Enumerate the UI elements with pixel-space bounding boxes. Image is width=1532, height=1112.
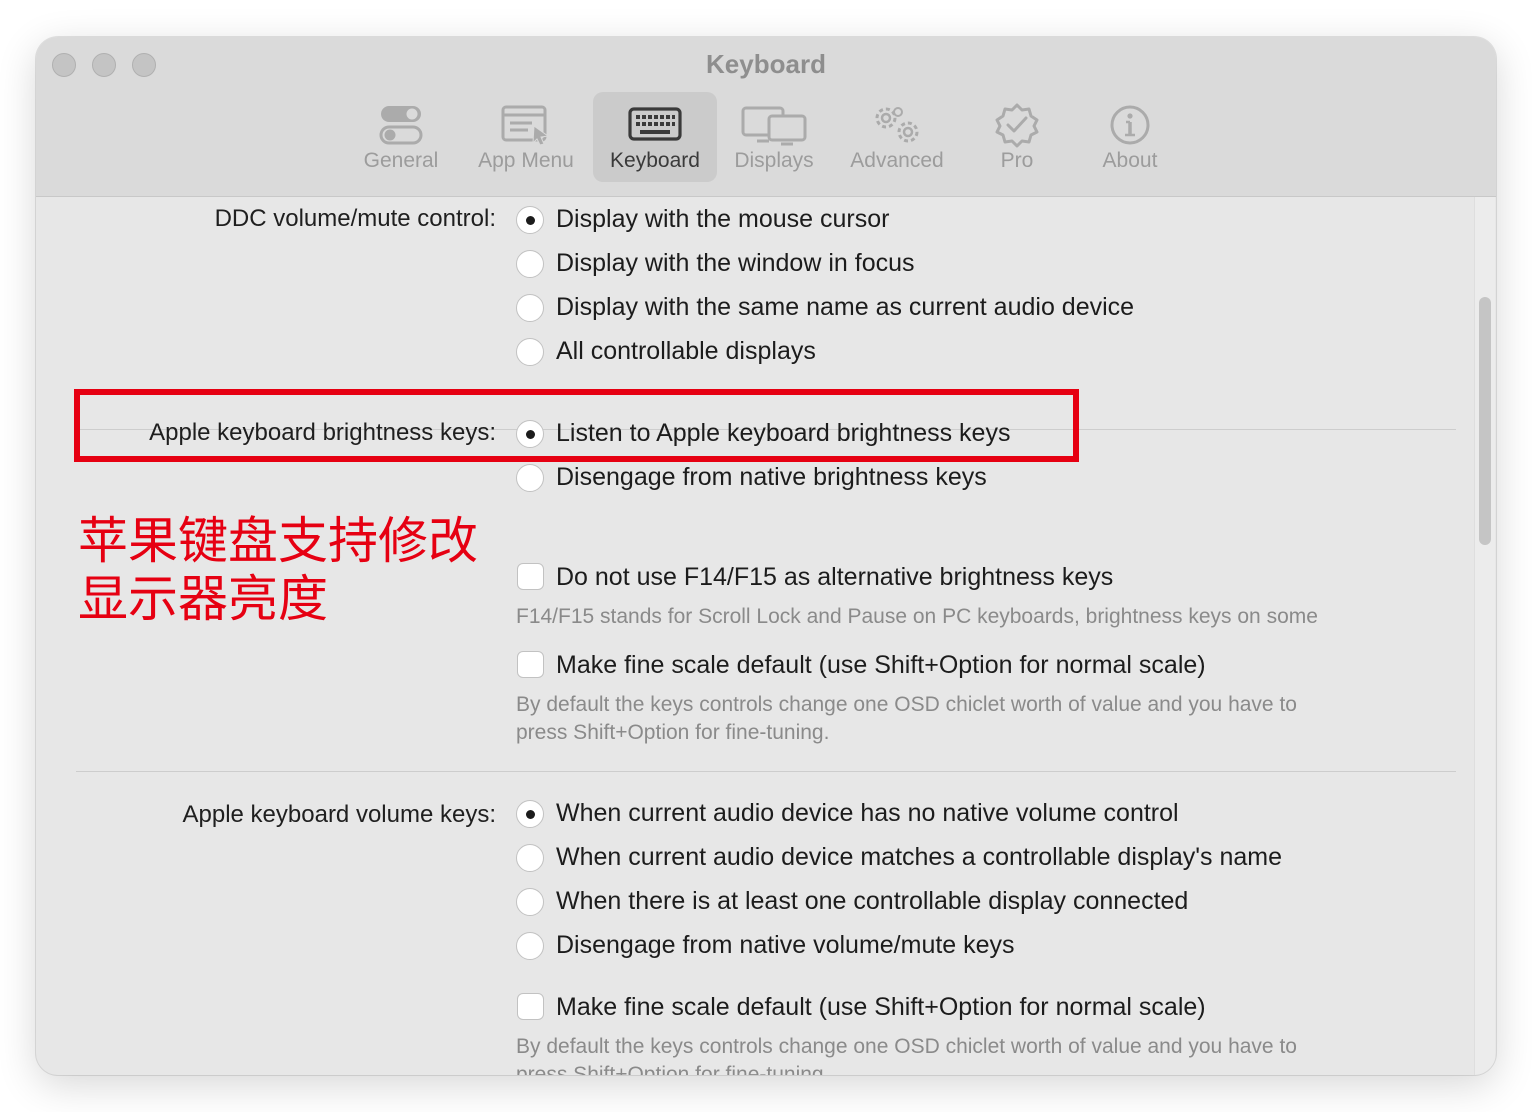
toolbar: Keyboard General App Menu Keyboard Displ…	[36, 37, 1496, 197]
ddc-option-all-displays-label[interactable]: All controllable displays	[556, 337, 816, 366]
preferences-window: Keyboard General App Menu Keyboard Displ…	[36, 37, 1496, 1075]
tab-advanced[interactable]: Advanced	[841, 92, 953, 182]
tab-displays[interactable]: Displays	[724, 92, 824, 182]
tab-about[interactable]: About	[1086, 92, 1174, 182]
tab-advanced-label: Advanced	[850, 149, 944, 172]
volume-matches-display-radio[interactable]	[516, 844, 544, 872]
tab-keyboard[interactable]: Keyboard	[593, 92, 717, 182]
info-icon	[1086, 102, 1174, 148]
tab-displays-label: Displays	[734, 149, 814, 172]
gears-icon	[841, 102, 953, 148]
ddc-option-audio-device-radio[interactable]	[516, 294, 544, 322]
ddc-option-audio-device-label[interactable]: Display with the same name as current au…	[556, 293, 1134, 322]
brightness-fine-scale-help-line2: press Shift+Option for fine-tuning.	[516, 721, 830, 744]
f14-f15-help-text: F14/F15 stands for Scroll Lock and Pause…	[516, 605, 1318, 628]
tab-general[interactable]: General	[351, 92, 451, 182]
volume-one-display-radio[interactable]	[516, 888, 544, 916]
window-title: Keyboard	[706, 49, 826, 79]
annotation-highlight-box	[74, 389, 1079, 462]
volume-disengage-radio[interactable]	[516, 932, 544, 960]
volume-no-native-radio[interactable]	[516, 800, 544, 828]
toggle-switches-icon	[351, 102, 451, 148]
verified-badge-icon	[973, 102, 1061, 148]
tab-keyboard-label: Keyboard	[610, 149, 700, 172]
ddc-option-mouse-cursor-label[interactable]: Display with the mouse cursor	[556, 205, 889, 234]
annotation-line-1: 苹果键盘支持修改	[78, 513, 478, 569]
volume-no-native-label[interactable]: When current audio device has no native …	[556, 799, 1179, 828]
volume-matches-display-label[interactable]: When current audio device matches a cont…	[556, 843, 1282, 872]
volume-fine-scale-help-line1: By default the keys controls change one …	[516, 1035, 1297, 1058]
displays-icon	[724, 102, 824, 148]
ddc-control-label: DDC volume/mute control:	[214, 205, 496, 232]
no-f14-f15-label[interactable]: Do not use F14/F15 as alternative bright…	[556, 563, 1113, 592]
volume-fine-scale-checkbox[interactable]	[517, 993, 544, 1020]
volume-fine-scale-label[interactable]: Make fine scale default (use Shift+Optio…	[556, 993, 1206, 1022]
app-menu-icon	[466, 102, 586, 148]
brightness-disengage-label[interactable]: Disengage from native brightness keys	[556, 463, 987, 492]
brightness-disengage-radio[interactable]	[516, 464, 544, 492]
volume-one-display-label[interactable]: When there is at least one controllable …	[556, 887, 1188, 916]
annotation-line-2: 显示器亮度	[78, 571, 328, 627]
volume-disengage-label[interactable]: Disengage from native volume/mute keys	[556, 931, 1015, 960]
volume-keys-label: Apple keyboard volume keys:	[182, 801, 497, 828]
tab-pro-label: Pro	[1000, 149, 1034, 172]
tab-about-label: About	[1102, 149, 1158, 172]
ddc-option-mouse-cursor-radio[interactable]	[516, 206, 544, 234]
brightness-fine-scale-label[interactable]: Make fine scale default (use Shift+Optio…	[556, 651, 1206, 680]
section-divider	[76, 771, 1456, 772]
ddc-option-window-focus-label[interactable]: Display with the window in focus	[556, 249, 915, 278]
keyboard-icon	[593, 102, 717, 148]
tab-app-menu[interactable]: App Menu	[466, 92, 586, 182]
annotation-text: 苹果键盘支持修改 显示器亮度	[78, 512, 518, 628]
settings-content: DDC volume/mute control: Display with th…	[36, 197, 1496, 1075]
ddc-option-window-focus-radio[interactable]	[516, 250, 544, 278]
ddc-option-all-displays-radio[interactable]	[516, 338, 544, 366]
tab-pro[interactable]: Pro	[973, 92, 1061, 182]
tab-app-menu-label: App Menu	[478, 149, 574, 172]
no-f14-f15-checkbox[interactable]	[517, 563, 544, 590]
scrollbar-thumb[interactable]	[1479, 297, 1491, 545]
brightness-fine-scale-checkbox[interactable]	[517, 651, 544, 678]
brightness-fine-scale-help-line1: By default the keys controls change one …	[516, 693, 1297, 716]
tab-general-label: General	[363, 149, 439, 172]
volume-fine-scale-help-line2: press Shift+Option for fine-tuning.	[516, 1063, 830, 1075]
